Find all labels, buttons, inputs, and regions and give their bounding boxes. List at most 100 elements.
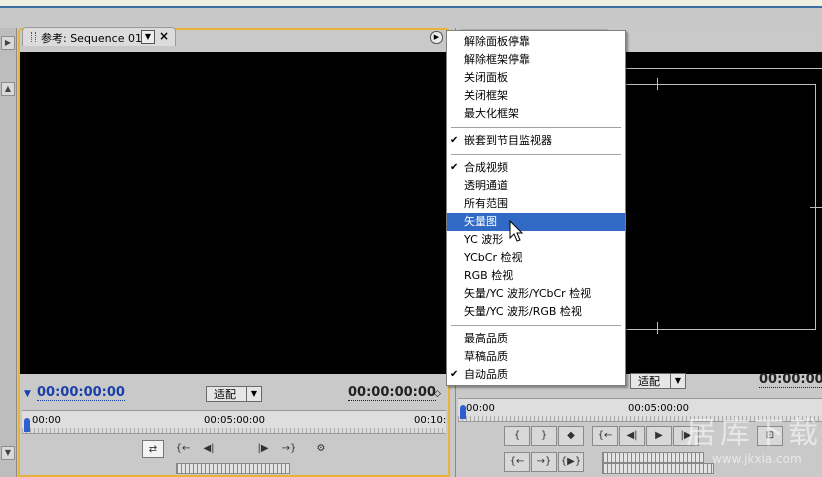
menu-item-label: 关闭框架 (464, 89, 508, 102)
scroll-up-icon[interactable]: ▲ (1, 82, 15, 96)
ruler-ticks (22, 428, 446, 433)
program-jog[interactable] (602, 463, 714, 474)
menu-separator (451, 325, 621, 327)
program-playhead-handle[interactable] (460, 405, 466, 419)
go-to-in-icon: {← (175, 443, 191, 454)
menu-item[interactable]: 关闭面板 (447, 69, 625, 87)
menu-item-label: YCbCr 检视 (464, 251, 523, 264)
tab-dropdown-icon[interactable]: ▼ (141, 30, 155, 44)
program-play-button[interactable]: ▶ (646, 426, 672, 446)
menu-item[interactable]: 解除面板停靠 (447, 33, 625, 51)
menu-item[interactable]: 解除框架停靠 (447, 51, 625, 69)
go-to-next-edit-icon: →} (536, 456, 552, 467)
play-in-to-out-button[interactable]: {▶} (558, 452, 584, 472)
menu-item[interactable]: ✔ 自动品质 (447, 366, 625, 384)
menu-item[interactable]: 关闭框架 (447, 87, 625, 105)
window-top-bar (0, 0, 822, 8)
menu-item-label: 矢量图 (464, 215, 497, 228)
menu-item[interactable]: ✔ 嵌套到节目监视器 (447, 132, 625, 150)
menu-item-label: RGB 检视 (464, 269, 514, 282)
go-to-out-icon: →} (281, 443, 297, 454)
menu-item[interactable]: 矢量/YC 波形/RGB 检视 (447, 303, 625, 321)
program-go-to-in-button[interactable]: {← (592, 426, 618, 446)
duration-timecode[interactable]: 00:00:00:00 (348, 385, 436, 401)
left-panel-strip: ▶ ▲ ▼ (0, 28, 17, 477)
time-ruler[interactable]: 00:00 00:05:00:00 00:10: (22, 410, 446, 434)
tab-grip-icon[interactable] (31, 32, 36, 42)
menu-item[interactable]: YC 波形 (447, 231, 625, 249)
menu-item-label: 合成视频 (464, 161, 508, 174)
program-zoom-fit-select[interactable]: 适配 ▼ (630, 373, 686, 389)
chevron-down-icon: ▼ (670, 374, 685, 388)
go-to-next-edit-button[interactable]: →} (531, 452, 557, 472)
watermark-text: 居库下载 (686, 416, 822, 451)
menu-item-label: 关闭面板 (464, 71, 508, 84)
menu-item[interactable]: 所有范围 (447, 195, 625, 213)
check-icon: ✔ (450, 369, 459, 380)
marker-icon: ◆ (567, 430, 575, 441)
mark-in-icon: { (513, 430, 521, 441)
program-ruler-start-label: 00:00 (466, 403, 495, 414)
menu-item-label: 草稿品质 (464, 350, 508, 363)
zoom-fit-select[interactable]: 适配 ▼ (206, 386, 262, 402)
menu-item[interactable]: 草稿品质 (447, 348, 625, 366)
set-marker-button[interactable]: ◆ (558, 426, 584, 446)
mark-out-icon: } (540, 430, 548, 441)
watermark-url: www.jkxia.com (712, 452, 802, 466)
menu-item-label: 解除面板停靠 (464, 35, 530, 48)
go-to-in-button[interactable]: {← (172, 440, 194, 458)
mouse-cursor-icon (509, 220, 524, 242)
vectorscope-frame (625, 84, 816, 330)
mark-in-button[interactable]: { (504, 426, 530, 446)
tab-title: 参考: Sequence 01 (41, 32, 142, 45)
output-button[interactable]: ⚙ (310, 440, 332, 458)
step-back-icon: ◀| (203, 443, 215, 454)
program-timecode[interactable]: 00:00:00 (759, 372, 822, 388)
loop-button[interactable]: ⇄ (142, 440, 164, 458)
mark-out-button[interactable]: } (531, 426, 557, 446)
go-to-out-button[interactable]: →} (278, 440, 300, 458)
loop-icon: ⇄ (148, 444, 158, 455)
menu-item[interactable]: 最大化框架 (447, 105, 625, 123)
scope-tick-top (657, 78, 658, 90)
go-to-previous-edit-button[interactable]: {← (504, 452, 530, 472)
menu-item-label: 解除框架停靠 (464, 53, 530, 66)
menu-item[interactable]: RGB 检视 (447, 267, 625, 285)
panel-menu-icon[interactable]: ▶ (430, 31, 443, 44)
menu-item[interactable]: ✔ 合成视频 (447, 159, 625, 177)
menu-item[interactable]: 矢量图 (447, 213, 625, 231)
program-shuttle[interactable] (602, 452, 704, 463)
reference-monitor-tab[interactable]: 参考: Sequence 01 ▼ × (22, 27, 176, 46)
timecode-expand-icon[interactable]: ▼ (24, 389, 31, 399)
scope-tick-bottom (657, 322, 658, 334)
panel-options-icon[interactable]: ◇ (434, 389, 441, 399)
tab-close-icon[interactable]: × (159, 29, 169, 43)
program-step-back-button[interactable]: ◀| (619, 426, 645, 446)
jog-shuttle[interactable] (176, 463, 290, 474)
menu-item[interactable]: 最高品质 (447, 330, 625, 348)
check-icon: ✔ (450, 162, 459, 173)
menu-separator (451, 127, 621, 129)
current-timecode[interactable]: 00:00:00:00 (37, 385, 125, 401)
strip-expand-icon[interactable]: ▶ (1, 36, 15, 50)
menu-item-label: 透明通道 (464, 179, 508, 192)
step-forward-icon: |▶ (257, 443, 269, 454)
menu-item[interactable]: YCbCr 检视 (447, 249, 625, 267)
ruler-mid-label: 00:05:00:00 (204, 415, 266, 426)
go-to-previous-edit-icon: {← (509, 456, 525, 467)
program-ruler-mid-label: 00:05:00:00 (628, 403, 690, 414)
menu-item-label: 自动品质 (464, 368, 508, 381)
menu-item[interactable]: 矢量/YC 波形/YCbCr 检视 (447, 285, 625, 303)
step-forward-button[interactable]: |▶ (252, 440, 274, 458)
reference-video-display (20, 52, 448, 374)
menu-item-label: 嵌套到节目监视器 (464, 134, 552, 147)
menu-item-label: 最高品质 (464, 332, 508, 345)
menu-item[interactable]: 透明通道 (447, 177, 625, 195)
ruler-end-label: 00:10: (414, 415, 447, 426)
scroll-down-icon[interactable]: ▼ (1, 446, 15, 460)
step-back-button[interactable]: ◀| (198, 440, 220, 458)
program-go-to-in-icon: {← (597, 430, 613, 441)
ruler-start-label: 00:00 (32, 415, 61, 426)
program-zoom-fit-value: 适配 (638, 375, 660, 388)
playhead-handle[interactable] (24, 418, 30, 432)
